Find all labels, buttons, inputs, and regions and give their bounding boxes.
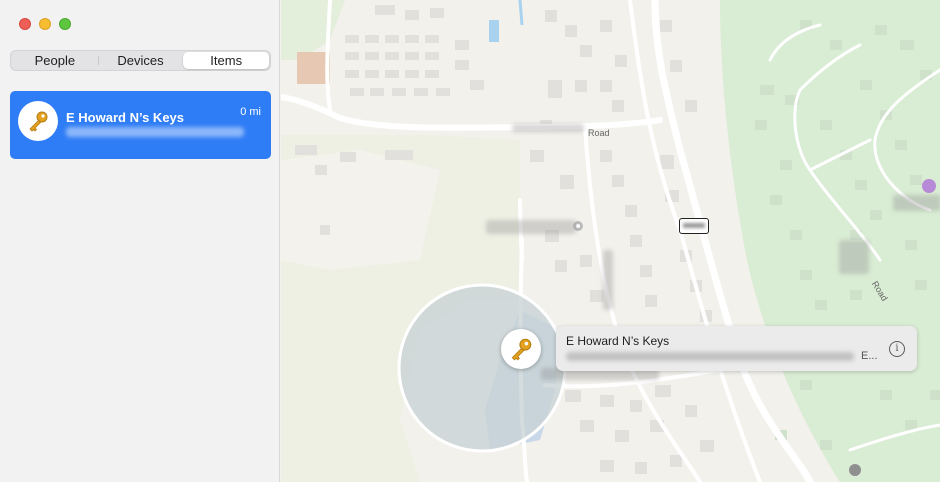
item-title: E Howard N’s Keys bbox=[66, 110, 185, 125]
zoom-window-button[interactable] bbox=[59, 18, 71, 30]
sidebar: People Devices Items E Howard N’s Keys 0… bbox=[0, 0, 280, 482]
grass-area bbox=[281, 0, 345, 60]
item-distance: 0 mi bbox=[240, 106, 261, 118]
category-segmented-control: People Devices Items bbox=[10, 50, 271, 71]
tab-devices[interactable]: Devices bbox=[97, 52, 184, 69]
item-callout[interactable]: E Howard N’s Keys E... i bbox=[556, 326, 917, 371]
find-my-window: People Devices Items E Howard N’s Keys 0… bbox=[0, 0, 940, 482]
stream bbox=[518, 0, 524, 26]
key-icon bbox=[511, 338, 532, 361]
water-pool bbox=[489, 20, 499, 42]
blurred-park-label bbox=[893, 195, 940, 211]
lodging-poi-icon bbox=[922, 179, 936, 193]
sport-field bbox=[297, 52, 330, 84]
callout-title: E Howard N’s Keys bbox=[566, 334, 670, 348]
item-location-pin[interactable] bbox=[501, 329, 541, 369]
callout-address-redacted bbox=[566, 352, 854, 361]
list-item-keys[interactable]: E Howard N’s Keys 0 mi bbox=[10, 91, 271, 159]
location-accuracy-circle bbox=[397, 283, 567, 453]
key-icon bbox=[29, 111, 48, 132]
blurred-poi-label bbox=[486, 220, 576, 234]
star-poi-icon bbox=[849, 464, 861, 476]
route-shield-badge bbox=[679, 218, 709, 234]
blurred-road-name bbox=[512, 124, 584, 132]
item-avatar bbox=[18, 101, 58, 141]
minimize-window-button[interactable] bbox=[39, 18, 51, 30]
window-controls bbox=[19, 18, 71, 30]
callout-address-ellipsis: E... bbox=[861, 350, 878, 362]
item-address-redacted bbox=[66, 127, 244, 137]
blurred-street-label bbox=[603, 250, 613, 310]
blurred-park-label-2 bbox=[839, 240, 869, 274]
road-label-top: Road bbox=[588, 128, 610, 138]
tab-items[interactable]: Items bbox=[183, 52, 270, 69]
map-view[interactable]: Road Road bbox=[281, 0, 940, 482]
tab-people[interactable]: People bbox=[12, 52, 98, 69]
close-window-button[interactable] bbox=[19, 18, 31, 30]
info-button[interactable]: i bbox=[889, 341, 905, 357]
clearing bbox=[281, 150, 440, 270]
